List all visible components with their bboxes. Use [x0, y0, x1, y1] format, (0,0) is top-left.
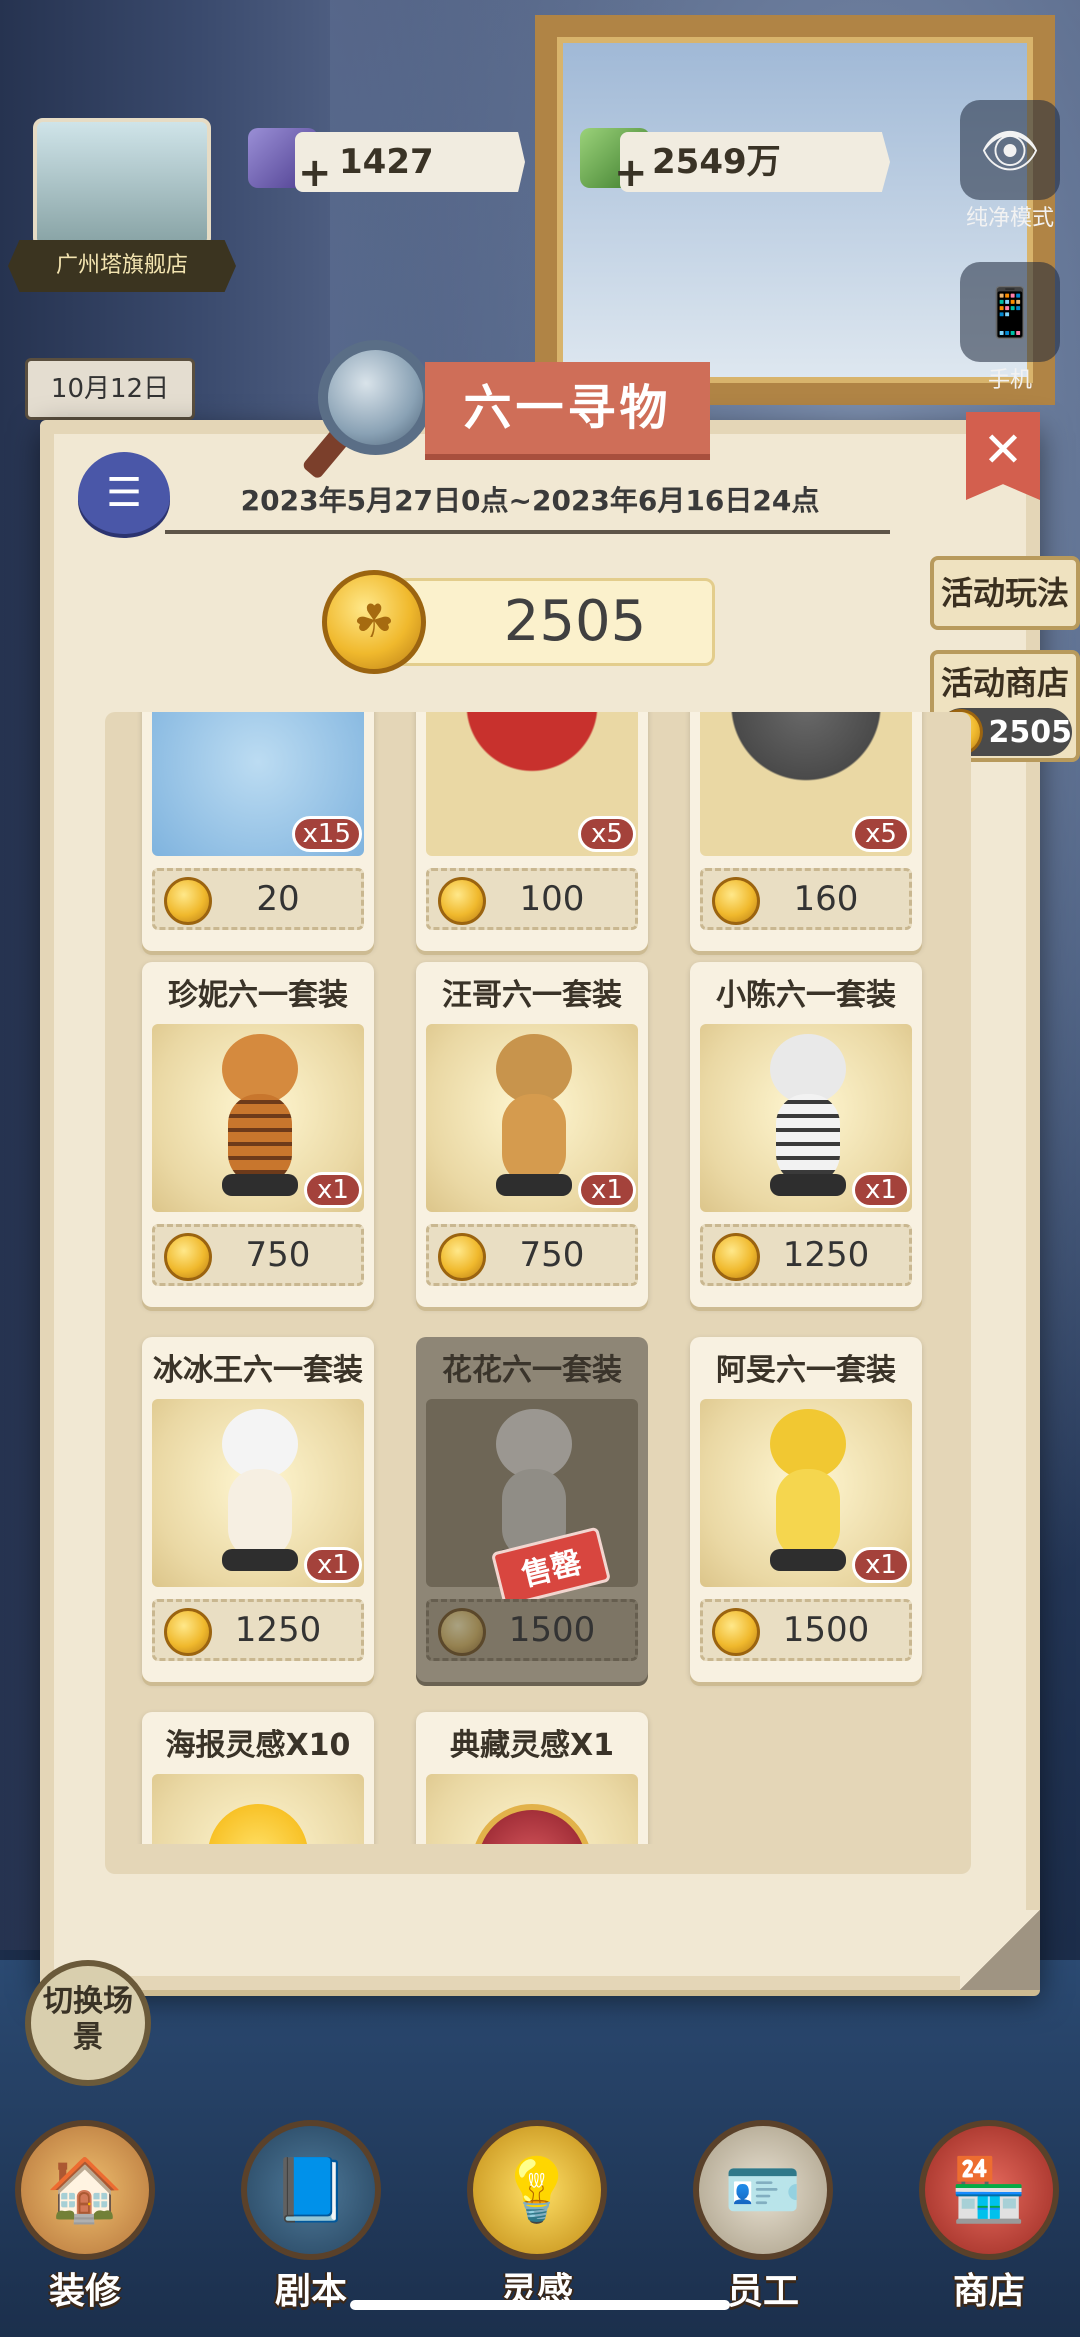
- shop-grid[interactable]: x15 20 x5 100 x5 160 珍妮六一套装 x1 750 汪哥六一套…: [105, 712, 971, 1874]
- item-name: 冰冰王六一套装: [153, 1353, 363, 1388]
- coin-icon: [712, 1233, 760, 1281]
- event-play-label: 活动玩法: [940, 574, 1069, 612]
- switch-scene-label: 切换场景: [43, 1984, 133, 2055]
- collection-inspiration-icon: [472, 1804, 592, 1844]
- item-qty: x1: [578, 1172, 636, 1208]
- add-gems-icon[interactable]: +: [298, 150, 332, 196]
- coin-icon: [438, 1233, 486, 1281]
- item-qty: x15: [291, 816, 362, 852]
- shop-item-card[interactable]: x5 100: [416, 712, 648, 951]
- shop-item-card[interactable]: 小陈六一套装 x1 1250: [690, 962, 922, 1307]
- shop-item-card[interactable]: 海报灵感X10: [142, 1712, 374, 1844]
- item-image: [426, 1774, 638, 1844]
- id-card-icon: 🪪: [693, 2120, 833, 2260]
- gems-value: 1427: [339, 142, 434, 182]
- coin-icon: [712, 1608, 760, 1656]
- switch-scene-button[interactable]: 切换场景: [25, 1960, 151, 2086]
- event-play-tab[interactable]: 活动玩法: [930, 556, 1080, 630]
- nav-shop-label: 商店: [952, 2271, 1025, 2312]
- shop-item-card[interactable]: 典藏灵感X1: [416, 1712, 648, 1844]
- shop-item-card[interactable]: 冰冰王六一套装 x1 1250: [142, 1337, 374, 1682]
- sun-inspiration-icon: [208, 1804, 308, 1844]
- pure-mode-button[interactable]: 👁 纯净模式: [950, 100, 1070, 232]
- event-coin-balance: 2505: [395, 578, 715, 666]
- shop-item-card[interactable]: x15 20: [142, 712, 374, 951]
- house-icon: 🏠: [15, 2120, 155, 2260]
- dog-costume-figure: [484, 1034, 584, 1204]
- eye-icon: 👁: [960, 100, 1060, 200]
- event-shop-coins-value: 2505: [988, 714, 1073, 750]
- home-indicator[interactable]: [350, 2300, 730, 2310]
- store-name: 广州塔旗舰店: [8, 240, 236, 292]
- item-name: 汪哥六一套装: [442, 978, 622, 1013]
- info-icon: ☰: [106, 470, 142, 516]
- item-name: 海报灵感X10: [165, 1728, 351, 1763]
- item-qty: x1: [304, 1547, 362, 1583]
- item-name: 珍妮六一套装: [168, 978, 348, 1013]
- coin-icon: [164, 1233, 212, 1281]
- coin-icon: [164, 1608, 212, 1656]
- item-name: 典藏灵感X1: [449, 1728, 614, 1763]
- item-name: 阿旻六一套装: [716, 1353, 896, 1388]
- divider: [165, 530, 890, 534]
- money-value: 2549万: [652, 142, 781, 182]
- shop-grid-scroll[interactable]: x15 20 x5 100 x5 160 珍妮六一套装 x1 750 汪哥六一套…: [105, 712, 971, 1844]
- clover-coin-icon: ☘: [322, 570, 426, 674]
- tiger-costume-figure: [210, 1034, 310, 1204]
- item-qty: x5: [578, 816, 636, 852]
- phone-icon: 📱: [960, 262, 1060, 362]
- event-info-button[interactable]: ☰: [78, 452, 170, 534]
- close-icon: ✕: [982, 422, 1024, 478]
- item-qty: x1: [304, 1172, 362, 1208]
- coin-icon: [164, 877, 212, 925]
- nav-decorate-label: 装修: [48, 2271, 121, 2312]
- shop-item-card[interactable]: 阿旻六一套装 x1 1500: [690, 1337, 922, 1682]
- date-tag: 10月12日: [25, 358, 195, 420]
- coin-icon: [438, 877, 486, 925]
- coin-icon: [712, 877, 760, 925]
- lightbulb-icon: 💡: [467, 2120, 607, 2260]
- money-counter[interactable]: 2549万: [620, 132, 890, 192]
- magnifier-icon: [318, 340, 433, 455]
- store-image: [33, 118, 211, 248]
- phone-label: 手机: [987, 368, 1032, 393]
- phone-button[interactable]: 📱 手机: [950, 262, 1070, 394]
- item-name: 小陈六一套装: [716, 978, 896, 1013]
- nav-decorate[interactable]: 🏠 装修: [0, 2120, 170, 2337]
- item-name: 花花六一套装: [442, 1353, 622, 1388]
- shop-item-card[interactable]: 珍妮六一套装 x1 750: [142, 962, 374, 1307]
- book-icon: 📘: [241, 2120, 381, 2260]
- pure-mode-label: 纯净模式: [965, 206, 1054, 231]
- item-image: 售罄: [426, 1399, 638, 1608]
- event-time-range: 2023年5月27日0点~2023年6月16日24点: [240, 484, 820, 517]
- zebra-costume-figure: [758, 1034, 858, 1204]
- dalmatian-costume-figure: [210, 1409, 310, 1579]
- event-shop-label: 活动商店: [940, 664, 1069, 702]
- item-image: [152, 1774, 364, 1844]
- shop-item-card-sold-out[interactable]: 花花六一套装 售罄 1500: [416, 1337, 648, 1682]
- add-money-icon[interactable]: +: [614, 150, 648, 196]
- shop-icon: 🏪: [919, 2120, 1059, 2260]
- item-qty: x5: [852, 816, 910, 852]
- coin-icon: [438, 1608, 486, 1656]
- yellow-duck-costume-figure: [758, 1409, 858, 1579]
- event-title: 六一寻物: [425, 362, 710, 454]
- shop-item-card[interactable]: 汪哥六一套装 x1 750: [416, 962, 648, 1307]
- item-qty: x1: [852, 1547, 910, 1583]
- shop-item-card[interactable]: x5 160: [690, 712, 922, 951]
- nav-shop[interactable]: 🏪 商店: [904, 2120, 1074, 2337]
- item-qty: x1: [852, 1172, 910, 1208]
- panel-fold: [960, 1910, 1040, 1990]
- store-badge[interactable]: 广州塔旗舰店: [8, 118, 236, 293]
